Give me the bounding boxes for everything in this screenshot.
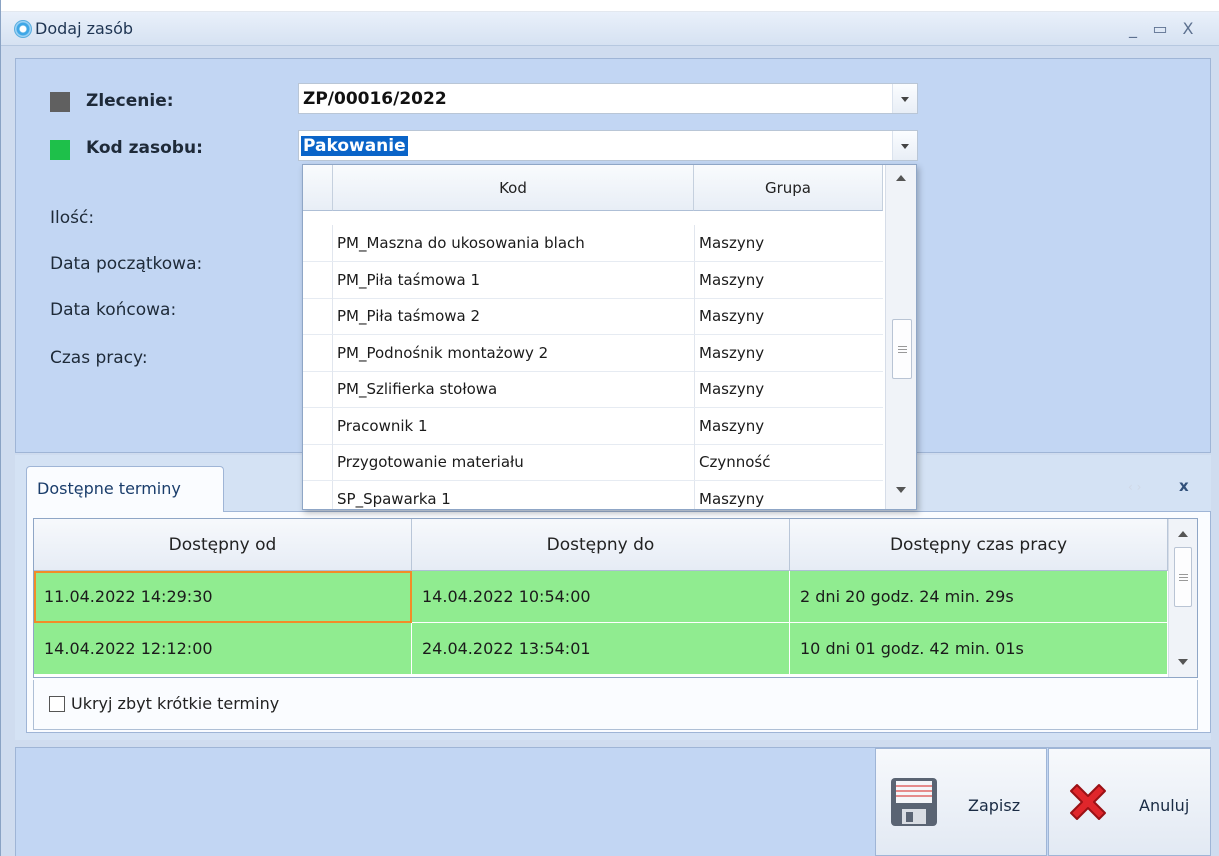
- kod-cell: PM_Szlifierka stołowa: [337, 380, 498, 398]
- column-header-kod[interactable]: Kod: [333, 165, 694, 211]
- row-indicator: [303, 480, 333, 509]
- scroll-down-icon[interactable]: [896, 487, 906, 493]
- grupa-cell: Maszyny: [699, 343, 765, 362]
- zlecenie-label: Zlecenie:: [86, 91, 174, 111]
- cancel-label: Anuluj: [1139, 796, 1190, 815]
- kod-cell: PM_Maszna do ukosowania blach: [337, 234, 585, 252]
- kod-zasobu-dropdown-list: Kod Grupa PM_Maszna do ukosowania blach M…: [302, 164, 917, 510]
- title-bar: Dodaj zasób _ ▭ X: [1, 12, 1219, 46]
- grupa-cell: Maszyny: [699, 270, 765, 289]
- table-cell[interactable]: 24.04.2022 13:54:01: [412, 623, 790, 675]
- kod-cell: PM_Piła taśmowa 2: [337, 307, 481, 325]
- column-header-dostepny-czas[interactable]: Dostępny czas pracy: [790, 519, 1168, 571]
- data-poczatkowa-label: Data początkowa:: [50, 254, 203, 274]
- kod-zasobu-dropdown-button[interactable]: [892, 131, 917, 160]
- window-title: Dodaj zasób: [35, 19, 134, 38]
- chevron-down-icon: [901, 97, 909, 102]
- hide-short-terms-checkbox[interactable]: [49, 696, 65, 712]
- list-item[interactable]: PM_Szlifierka stołowa Maszyny: [303, 371, 883, 408]
- grupa-cell: Maszyny: [699, 307, 765, 325]
- grupa-cell: Maszyny: [699, 489, 765, 508]
- grupa-cell: Czynność: [699, 453, 771, 471]
- grupa-cell: Maszyny: [699, 234, 765, 252]
- close-button[interactable]: X: [1177, 18, 1199, 40]
- tab-close-button[interactable]: x: [1179, 477, 1189, 495]
- row-indicator: [303, 298, 333, 334]
- row-indicator: [303, 334, 333, 371]
- column-header-dostepny-do[interactable]: Dostępny do: [412, 519, 790, 571]
- row-indicator: [303, 261, 333, 298]
- zlecenie-combo[interactable]: ZP/00016/2022: [298, 83, 918, 114]
- scroll-thumb[interactable]: [1174, 547, 1192, 607]
- list-item[interactable]: PM_Maszna do ukosowania blach Maszyny: [303, 225, 883, 262]
- red-x-icon: [1070, 784, 1106, 820]
- row-indicator-header: [303, 165, 333, 211]
- save-button[interactable]: Zapisz: [875, 748, 1047, 856]
- list-item[interactable]: PM_Piła taśmowa 1 Maszyny: [303, 261, 883, 299]
- dialog-window: Dodaj zasób _ ▭ X Zlecenie: ZP/00016/202…: [0, 0, 1219, 856]
- checkbox-row: Ukryj zbyt krótkie terminy: [33, 680, 1198, 730]
- grupa-cell: Maszyny: [699, 380, 765, 398]
- minimize-button[interactable]: _: [1122, 18, 1144, 40]
- kod-zasobu-value: Pakowanie: [301, 136, 408, 156]
- kod-cell: PM_Piła taśmowa 1: [337, 270, 481, 289]
- table-cell[interactable]: 10 dni 01 godz. 42 min. 01s: [790, 623, 1168, 675]
- kod-color-swatch: [50, 140, 70, 160]
- kod-zasobu-combo[interactable]: Pakowanie: [298, 130, 918, 161]
- zlecenie-value: ZP/00016/2022: [303, 89, 447, 109]
- save-label: Zapisz: [968, 796, 1021, 815]
- column-header-dostepny-od[interactable]: Dostępny od: [34, 519, 412, 571]
- terms-grid: Dostępny od Dostępny do Dostępny czas pr…: [33, 518, 1198, 678]
- list-item[interactable]: PM_Piła taśmowa 2 Maszyny: [303, 298, 883, 335]
- table-cell[interactable]: 2 dni 20 godz. 24 min. 29s: [790, 571, 1168, 623]
- row-indicator: [303, 371, 333, 407]
- cancel-button[interactable]: Anuluj: [1048, 748, 1211, 856]
- kod-cell: SP_Spawarka 1: [337, 489, 451, 508]
- dropdown-scrollbar[interactable]: [885, 165, 916, 509]
- grid-scrollbar[interactable]: [1168, 519, 1197, 677]
- kod-cell: Pracownik 1: [337, 416, 428, 435]
- tab-label: Dostępne terminy: [37, 479, 181, 498]
- kod-cell: Przygotowanie materiału: [337, 453, 524, 471]
- scroll-thumb[interactable]: [892, 319, 912, 379]
- grupa-cell: Maszyny: [699, 416, 765, 435]
- hide-short-terms-label[interactable]: Ukryj zbyt krótkie terminy: [71, 694, 279, 713]
- top-strip: [1, 0, 1219, 12]
- scroll-down-icon[interactable]: [1178, 659, 1188, 665]
- row-indicator: [303, 407, 333, 444]
- app-icon: [14, 20, 32, 38]
- scroll-up-icon[interactable]: [1178, 531, 1188, 537]
- list-item[interactable]: PM_Podnośnik montażowy 2 Maszyny: [303, 334, 883, 372]
- tab-nav-arrows[interactable]: ‹ ›: [1128, 480, 1141, 494]
- list-item[interactable]: SP_Spawarka 1 Maszyny: [303, 480, 883, 509]
- zlecenie-color-swatch: [50, 92, 70, 112]
- zlecenie-dropdown-button[interactable]: [892, 84, 917, 113]
- column-header-grupa[interactable]: Grupa: [694, 165, 883, 211]
- table-cell[interactable]: 14.04.2022 10:54:00: [412, 571, 790, 623]
- table-cell[interactable]: 14.04.2022 12:12:00: [34, 623, 412, 675]
- floppy-disk-icon: [891, 778, 937, 826]
- table-cell[interactable]: 11.04.2022 14:29:30: [34, 571, 412, 623]
- data-koncowa-label: Data końcowa:: [50, 300, 177, 320]
- czas-pracy-label: Czas pracy:: [50, 348, 148, 368]
- kod-zasobu-label: Kod zasobu:: [86, 138, 203, 158]
- ilosc-label: Ilość:: [50, 208, 95, 228]
- row-indicator: [303, 444, 333, 480]
- kod-cell: PM_Podnośnik montażowy 2: [337, 343, 549, 362]
- list-item[interactable]: Pracownik 1 Maszyny: [303, 407, 883, 445]
- chevron-down-icon: [901, 144, 909, 149]
- row-indicator: [303, 225, 333, 261]
- tab-dostepne-terminy[interactable]: Dostępne terminy: [26, 466, 224, 512]
- list-item[interactable]: Przygotowanie materiału Czynność: [303, 444, 883, 481]
- scroll-up-icon[interactable]: [896, 175, 906, 181]
- maximize-button[interactable]: ▭: [1149, 18, 1171, 40]
